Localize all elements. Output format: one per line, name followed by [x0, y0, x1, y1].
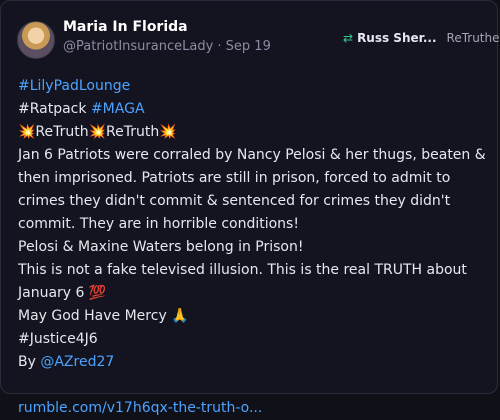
author-handle[interactable]: @PatriotInsuranceLady — [63, 39, 213, 54]
retruth-text-line: 💥ReTruth💥ReTruth💥 — [18, 124, 177, 140]
blank-spacer — [18, 374, 486, 397]
by-label: By — [18, 354, 41, 370]
post-date[interactable]: Sep 19 — [226, 39, 271, 54]
hashtag-justice4j6[interactable]: #Justice4J6 — [18, 331, 98, 347]
author-name[interactable]: Maria In Florida — [63, 19, 188, 35]
retruth-indicator: ⇄Russ Sher... ReTruthed — [343, 31, 500, 45]
retruth-icon: ⇄ — [343, 31, 354, 45]
mention-azred27[interactable]: @AZred27 — [40, 354, 114, 370]
author-handle-line: @PatriotInsuranceLady · Sep 19 — [63, 39, 271, 54]
paragraph-2: Pelosi & Maxine Waters belong in Prison! — [18, 239, 304, 255]
external-link[interactable]: rumble.com/v17h6qx-the-truth-o... — [18, 400, 262, 416]
hashtag-lilypadlounge[interactable]: #LilyPadLounge — [18, 78, 130, 94]
post-card: Maria In Florida @PatriotInsuranceLady ·… — [0, 0, 500, 416]
paragraph-4: May God Have Mercy 🙏 — [18, 308, 189, 324]
hashtag-maga[interactable]: #MAGA — [91, 101, 145, 117]
paragraph-1: Jan 6 Patriots were corraled by Nancy Pe… — [18, 147, 486, 232]
post-body: #LilyPadLounge #Ratpack #MAGA 💥ReTruth💥R… — [18, 75, 486, 420]
hashtag-ratpack[interactable]: #Ratpack — [18, 101, 87, 117]
retruth-label: ReTruthed — [446, 31, 500, 45]
retruth-user[interactable]: Russ Sher... — [357, 31, 436, 45]
author-avatar[interactable] — [17, 21, 55, 59]
paragraph-3: This is not a fake televised illusion. T… — [18, 262, 467, 301]
separator: · — [213, 39, 226, 54]
